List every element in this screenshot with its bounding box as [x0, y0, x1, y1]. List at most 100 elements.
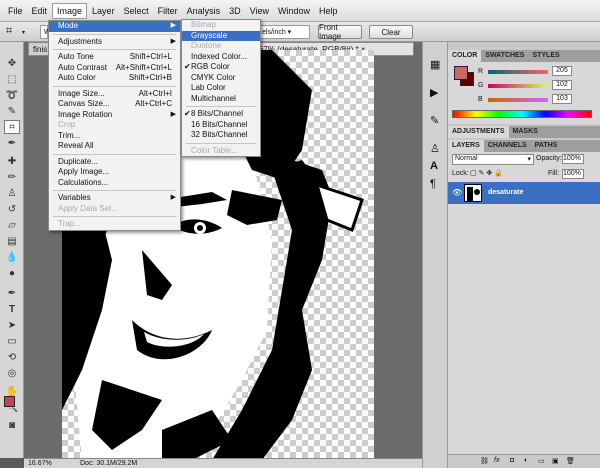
menu-file[interactable]: File [4, 4, 27, 18]
blue-value[interactable]: 103 [552, 94, 572, 104]
tab-swatches[interactable]: SWATCHES [481, 50, 528, 62]
red-value[interactable]: 205 [552, 66, 572, 76]
link-icon[interactable]: ⛓ [480, 457, 489, 465]
tab-styles[interactable]: STYLES [528, 50, 563, 62]
tab-layers[interactable]: LAYERS [448, 140, 484, 152]
visibility-eye-icon[interactable]: 👁 [452, 188, 462, 197]
menu-item-multichannel[interactable]: Multichannel [182, 94, 260, 105]
menu-item-rgb-color[interactable]: ✔ RGB Color [182, 62, 260, 73]
menu-item-canvas-size[interactable]: Canvas Size... Alt+Ctrl+C [49, 99, 180, 110]
quick-select-tool-icon[interactable]: ✎ [4, 104, 20, 118]
adjustment-icon[interactable]: ◐ [524, 457, 528, 464]
tab-color[interactable]: COLOR [448, 50, 482, 62]
resolution-unit-select[interactable]: els/inch ▾ [258, 25, 310, 39]
paragraph-icon[interactable]: ¶ [430, 178, 436, 190]
move-tool-icon[interactable]: ✥ [4, 56, 20, 70]
menu-edit[interactable]: Edit [28, 4, 52, 18]
menu-view[interactable]: View [246, 4, 273, 18]
healing-brush-tool-icon[interactable]: ✚ [4, 154, 20, 168]
clear-button[interactable]: Clear [369, 25, 413, 39]
menu-item-reveal-all[interactable]: Reveal All [49, 141, 180, 152]
menu-item-duplicate[interactable]: Duplicate... [49, 157, 180, 168]
green-slider[interactable] [488, 84, 548, 88]
menu-item-adjustments[interactable]: Adjustments ▶ [49, 37, 180, 48]
menu-item-trim[interactable]: Trim... [49, 131, 180, 142]
3d-rotate-tool-icon[interactable]: ⟲ [4, 350, 20, 364]
document-tab-inactive[interactable]: finis [28, 42, 50, 56]
front-image-button[interactable]: Front Image [318, 23, 362, 41]
mask-icon[interactable]: ◘ [510, 457, 514, 464]
opacity-field[interactable]: 100% [562, 154, 584, 164]
menu-item-8-bits-channel[interactable]: ✔ 8 Bits/Channel [182, 109, 260, 120]
tab-channels[interactable]: CHANNELS [484, 140, 531, 152]
menu-image[interactable]: Image [52, 2, 88, 19]
menu-item-apply-image[interactable]: Apply Image... [49, 167, 180, 178]
brush-tool-icon[interactable]: ✏ [4, 170, 20, 184]
zoom-level[interactable]: 16.67% [28, 460, 72, 467]
path-selection-tool-icon[interactable]: ➤ [4, 318, 20, 332]
menu-filter[interactable]: Filter [154, 4, 182, 18]
blend-mode-select[interactable]: Normal ▾ [452, 154, 534, 165]
folder-icon[interactable]: ▭ [538, 457, 545, 465]
clone-stamp-tool-icon[interactable]: ♙ [4, 186, 20, 200]
menu-item-image-rotation[interactable]: Image Rotation ▶ [49, 110, 180, 121]
red-slider[interactable] [488, 70, 548, 74]
menu-analysis[interactable]: Analysis [183, 4, 225, 18]
dodge-tool-icon[interactable]: ● [4, 266, 20, 280]
blue-slider[interactable] [488, 98, 548, 102]
brushes-icon[interactable]: ✎ [430, 114, 439, 127]
menu-3d[interactable]: 3D [225, 4, 245, 18]
tool-preset-dropdown[interactable]: ▾ [22, 29, 25, 36]
new-layer-icon[interactable]: ▣ [552, 457, 559, 465]
green-value[interactable]: 102 [552, 80, 572, 90]
trash-icon[interactable]: 🗑 [566, 457, 575, 465]
actions-icon[interactable]: ▶ [430, 86, 438, 99]
fill-field[interactable]: 100% [562, 169, 584, 179]
lock-icons[interactable]: ▢ ✎ ✥ 🔒 [470, 169, 503, 177]
tab-adjustments[interactable]: ADJUSTMENTS [448, 126, 509, 138]
menu-item-16-bits-channel[interactable]: 16 Bits/Channel [182, 120, 260, 131]
foreground-color-swatch[interactable] [4, 396, 15, 407]
crop-icon[interactable]: ⌗ [6, 25, 20, 39]
foreground-color-swatch-panel[interactable] [454, 66, 468, 80]
layer-row[interactable]: 👁 desaturate [448, 182, 600, 204]
menu-item-image-size[interactable]: Image Size... Alt+Ctrl+I [49, 89, 180, 100]
spectrum-bar[interactable] [452, 110, 592, 118]
layer-name[interactable]: desaturate [488, 189, 523, 196]
fx-icon[interactable]: fx [494, 457, 499, 464]
crop-tool-icon[interactable]: ⌗ [4, 120, 20, 134]
menu-item-mode[interactable]: Mode ▶ [49, 21, 180, 32]
menu-select[interactable]: Select [120, 4, 153, 18]
gradient-tool-icon[interactable]: ▤ [4, 234, 20, 248]
eraser-tool-icon[interactable]: ▱ [4, 218, 20, 232]
menu-item-auto-color[interactable]: Auto Color Shift+Ctrl+B [49, 73, 180, 84]
lasso-tool-icon[interactable]: ➰ [4, 88, 20, 102]
pen-tool-icon[interactable]: ✒ [4, 286, 20, 300]
type-tool-icon[interactable]: T [4, 302, 20, 316]
shape-tool-icon[interactable]: ▭ [4, 334, 20, 348]
width-field[interactable]: W [40, 25, 51, 39]
3d-orbit-tool-icon[interactable]: ◎ [4, 366, 20, 380]
menu-layer[interactable]: Layer [88, 4, 119, 18]
menu-item-calculations[interactable]: Calculations... [49, 178, 180, 189]
menu-item-lab-color[interactable]: Lab Color [182, 83, 260, 94]
layer-thumbnail[interactable] [464, 184, 482, 202]
quick-mask-icon[interactable]: ◙ [4, 418, 20, 432]
marquee-tool-icon[interactable]: ⬚ [4, 72, 20, 86]
menu-item-auto-tone[interactable]: Auto Tone Shift+Ctrl+L [49, 52, 180, 63]
eyedropper-tool-icon[interactable]: ✒ [4, 136, 20, 150]
tab-paths[interactable]: PATHS [531, 140, 562, 152]
history-brush-tool-icon[interactable]: ↺ [4, 202, 20, 216]
menu-window[interactable]: Window [274, 4, 314, 18]
clone-source-icon[interactable]: ♙ [430, 142, 440, 155]
history-icon[interactable]: ▦ [430, 58, 440, 71]
blur-tool-icon[interactable]: 💧 [4, 250, 20, 264]
menu-item-cmyk-color[interactable]: CMYK Color [182, 73, 260, 84]
menu-help[interactable]: Help [315, 4, 342, 18]
tab-masks[interactable]: MASKS [509, 126, 542, 138]
menu-item-32-bits-channel[interactable]: 32 Bits/Channel [182, 130, 260, 141]
menu-item-auto-contrast[interactable]: Auto Contrast Alt+Shift+Ctrl+L [49, 63, 180, 74]
menu-item-indexed-color[interactable]: Indexed Color... [182, 52, 260, 63]
menu-item-grayscale[interactable]: Grayscale [182, 30, 260, 41]
menu-item-variables[interactable]: Variables ▶ [49, 193, 180, 204]
